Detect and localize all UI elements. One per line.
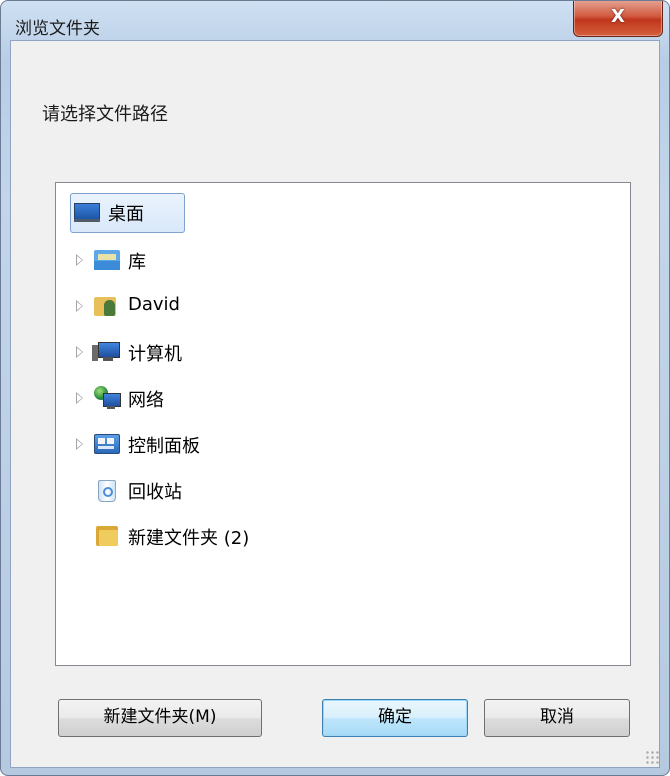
expand-arrow-icon[interactable] — [76, 346, 83, 358]
title-bar[interactable]: 浏览文件夹 X — [1, 1, 669, 41]
tree-item-david[interactable]: David — [76, 289, 276, 323]
tree-item-computer[interactable]: 计算机 — [76, 335, 276, 369]
recycle-bin-icon — [94, 478, 118, 502]
tree-item-recycle-bin[interactable]: 回收站 — [76, 473, 296, 507]
prompt-text: 请选择文件路径 — [42, 104, 168, 125]
tree-item-network[interactable]: 网络 — [76, 381, 276, 415]
tree-item-library[interactable]: 库 — [76, 243, 276, 277]
tree-item-label: 控制面板 — [128, 436, 200, 457]
expand-arrow-icon[interactable] — [76, 254, 83, 266]
cancel-button[interactable]: 取消 — [484, 699, 630, 737]
user-folder-icon — [94, 294, 118, 316]
tree-item-label: 回收站 — [128, 482, 182, 503]
close-button[interactable]: X — [573, 1, 663, 37]
tree-item-label: 网络 — [128, 390, 164, 411]
tree-item-new-folder-2[interactable]: 新建文件夹 (2) — [76, 519, 336, 553]
library-icon — [94, 248, 120, 270]
control-panel-icon — [94, 432, 120, 454]
network-icon — [94, 386, 121, 409]
tree-item-label: 新建文件夹 (2) — [128, 528, 250, 549]
window-title: 浏览文件夹 — [15, 19, 100, 39]
folder-icon — [96, 524, 120, 546]
tree-item-label: 桌面 — [108, 204, 144, 225]
expand-arrow-icon[interactable] — [76, 438, 83, 450]
desktop-icon — [74, 200, 100, 222]
folder-tree[interactable]: 桌面 库 David 计算机 网络 控制面板 回收站 新建文件夹 (2) — [55, 182, 631, 666]
tree-item-desktop[interactable]: 桌面 — [70, 193, 194, 233]
close-icon: X — [611, 6, 625, 27]
expand-arrow-icon[interactable] — [76, 392, 83, 404]
tree-item-label: David — [128, 294, 180, 315]
computer-icon — [92, 340, 120, 362]
new-folder-button[interactable]: 新建文件夹(M) — [58, 699, 262, 737]
expand-arrow-icon[interactable] — [76, 300, 83, 312]
ok-button[interactable]: 确定 — [322, 699, 468, 737]
tree-item-label: 计算机 — [128, 344, 182, 365]
tree-item-label: 库 — [128, 252, 146, 273]
tree-item-control-panel[interactable]: 控制面板 — [76, 427, 296, 461]
resize-grip-icon[interactable] — [645, 750, 659, 764]
